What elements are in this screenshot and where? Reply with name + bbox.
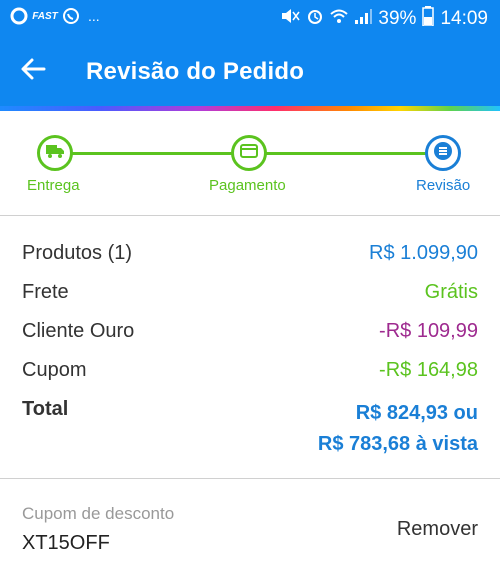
total-value: R$ 824,93 ou R$ 783,68 à vista <box>318 398 478 460</box>
summary-row-cupom: Cupom -R$ 164,98 <box>22 359 478 387</box>
app-bar: Revisão do Pedido <box>0 36 500 106</box>
step-label-pagamento: Pagamento <box>209 177 286 194</box>
truck-icon <box>45 143 65 164</box>
whatsapp-icon <box>62 7 80 25</box>
step-label-entrega: Entrega <box>27 177 80 194</box>
summary-value: Grátis <box>424 281 478 303</box>
wifi-icon <box>330 7 349 31</box>
summary-label: Cupom <box>22 359 87 381</box>
page-title: Revisão do Pedido <box>86 58 305 85</box>
divider <box>0 215 500 216</box>
list-icon <box>433 141 453 166</box>
mute-icon <box>280 7 301 31</box>
coupon-section: Cupom de desconto XT15OFF Remover <box>0 490 500 576</box>
summary-label: Frete <box>22 281 69 303</box>
summary-row-cliente-ouro: Cliente Ouro -R$ 109,99 <box>22 320 478 348</box>
summary-value: -R$ 164,98 <box>379 359 478 381</box>
summary-row-frete: Frete Grátis <box>22 281 478 309</box>
opera-icon <box>10 7 28 25</box>
remove-coupon-button[interactable]: Remover <box>397 518 478 541</box>
step-entrega[interactable] <box>37 135 73 171</box>
summary-label: Produtos (1) <box>22 242 133 264</box>
coupon-code: XT15OFF <box>22 532 110 554</box>
signal-icon <box>354 7 373 31</box>
summary-row-total: Total R$ 824,93 ou R$ 783,68 à vista <box>22 398 478 462</box>
total-value-line2: R$ 783,68 à vista <box>317 433 478 455</box>
coupon-label: Cupom de desconto <box>22 504 175 523</box>
fast-icon: FAST <box>32 10 58 22</box>
battery-percent: 39% <box>378 8 417 29</box>
clock: 14:09 <box>440 8 488 29</box>
summary-value: R$ 1.099,90 <box>369 242 478 264</box>
summary-label: Cliente Ouro <box>22 320 135 342</box>
alarm-icon <box>306 7 324 31</box>
checkout-stepper: Entrega Pagamento Revisão <box>0 111 500 215</box>
status-bar: FAST ... 39% 14:09 <box>0 0 500 36</box>
step-pagamento[interactable] <box>231 135 267 171</box>
battery-icon <box>422 6 435 32</box>
summary-row-produtos: Produtos (1) R$ 1.099,90 <box>22 242 478 270</box>
step-label-revisao: Revisão <box>416 177 471 194</box>
card-icon <box>240 143 258 163</box>
back-arrow-icon[interactable] <box>20 56 46 82</box>
step-revisao[interactable] <box>425 135 461 171</box>
total-label: Total <box>22 398 69 420</box>
divider <box>0 478 500 479</box>
total-value-line1: R$ 824,93 ou <box>355 402 478 424</box>
more-notifications: ... <box>88 8 100 24</box>
summary-value: -R$ 109,99 <box>379 320 478 342</box>
